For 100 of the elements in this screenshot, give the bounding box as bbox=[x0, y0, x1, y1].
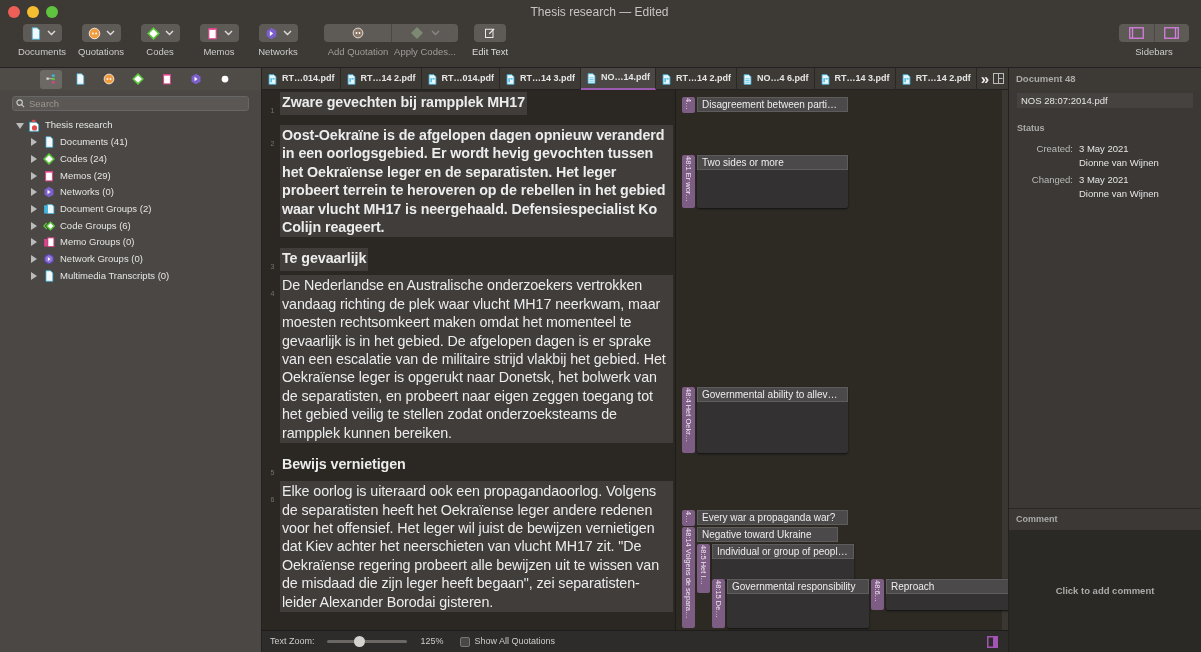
toolbar-label: Networks bbox=[258, 45, 298, 59]
zoom-slider-thumb[interactable] bbox=[353, 636, 365, 647]
toolbar-label: Codes bbox=[146, 45, 174, 59]
section-heading: Status bbox=[1017, 122, 1046, 135]
document-tab[interactable]: RT…014.pdf bbox=[262, 68, 341, 90]
code-card[interactable]: Two sides or more bbox=[697, 155, 848, 208]
chevron-icon bbox=[223, 30, 233, 36]
edit-icon bbox=[484, 27, 497, 39]
tree-item[interactable]: Thesis research bbox=[45, 118, 113, 133]
paragraph: Elke oorlog is uiteraard ook een propagandaoorlog. Volgens de separatisten heeft het Oekraïense leger andere redenen voor het offensief. Het leger wil juist de bewijzen vernietigen dat Kiev achter het neerschieten van vlucht MH17 zit. "De Oekraïense regering probeert alle bewijzen uit te wissen van de misdaad die zijn leger heeft begaan", zei separatisten-leider Alexander Borodai gisteren. bbox=[280, 481, 673, 612]
quote-bubble-icon bbox=[351, 27, 364, 39]
section-heading: Zware gevechten bij rampplek MH17 bbox=[280, 92, 527, 115]
pdf-document-icon bbox=[819, 73, 831, 85]
paragraph: De Nederlandse en Australische onderzoekers vertrokken vandaag richting de plek waar vlucht MH17 neerkwam, maar moesten rechtsomkeert maken omdat het momenteel te gevaarlijk is in het gebied. De afgelopen dagen is er sprake van een escalatie van de militaire strijd vlakbij het gebied. Het Oekraïense leger is opgerukt naar Donetsk, het bolwerk van de separatisten, en probeert naar eigen zeggen toegang tot het gebied veilig te stellen zodat onderzoeksteams de rampplek kunnen bereiken. bbox=[280, 275, 673, 444]
checkbox-label: Show All Quotations bbox=[474, 634, 556, 648]
panel-toggle-icon[interactable] bbox=[987, 635, 998, 648]
code-label[interactable]: Governmental responsibility bbox=[727, 579, 869, 594]
section-heading: Comment bbox=[1016, 512, 1058, 526]
tree-item[interactable]: Networks (0) bbox=[60, 185, 114, 200]
pdf-document-icon bbox=[426, 73, 438, 85]
tree-item[interactable]: Memo Groups (0) bbox=[60, 235, 135, 250]
diamond-icon bbox=[146, 26, 160, 40]
toolbar-button[interactable] bbox=[199, 24, 239, 42]
tree-item[interactable]: Codes (24) bbox=[60, 151, 107, 167]
tree-item[interactable]: Network Groups (0) bbox=[60, 252, 143, 267]
tree-item[interactable]: Documents (41) bbox=[60, 135, 128, 150]
zoom-button[interactable] bbox=[46, 6, 58, 18]
code-label[interactable]: Disagreement between parti… bbox=[697, 97, 848, 112]
code-label[interactable]: Two sides or more bbox=[697, 155, 848, 170]
field-label: Changed: bbox=[1030, 172, 1073, 187]
code-card[interactable]: Individual or group of peopl… bbox=[712, 544, 854, 580]
pdf-document-icon bbox=[267, 73, 278, 85]
split-view-icon[interactable] bbox=[993, 73, 1004, 84]
tree-item[interactable]: Document Groups (2) bbox=[60, 201, 152, 217]
code-card[interactable]: Governmental ability to allev… bbox=[697, 387, 848, 453]
toolbar-button[interactable] bbox=[140, 24, 180, 42]
checkbox[interactable] bbox=[459, 636, 470, 647]
zoom-label: Text Zoom: bbox=[270, 634, 315, 648]
text-document-icon bbox=[586, 72, 598, 84]
chevron-icon bbox=[164, 30, 174, 36]
code-card[interactable]: Reproach bbox=[886, 579, 1008, 610]
search-icon bbox=[16, 99, 25, 108]
filter-button[interactable] bbox=[40, 69, 62, 89]
pdf-document-icon bbox=[900, 73, 912, 85]
section-heading: Bewijs vernietigen bbox=[281, 455, 407, 475]
document-icon bbox=[43, 136, 55, 149]
comment-area[interactable]: Click to add comment bbox=[1009, 530, 1201, 652]
notepad-icon bbox=[43, 169, 55, 182]
sidebars-toggle[interactable] bbox=[1119, 24, 1189, 42]
toolbar-label: Memos bbox=[203, 45, 235, 59]
quote-bubble-icon bbox=[103, 73, 115, 85]
inspector-title: Document 48 bbox=[1016, 71, 1076, 86]
minimize-button[interactable] bbox=[27, 6, 39, 18]
toolbar-button[interactable] bbox=[258, 24, 298, 42]
tree-item[interactable]: Memos (29) bbox=[60, 168, 111, 183]
field-label: Created: bbox=[1035, 141, 1073, 156]
network-group-icon bbox=[43, 253, 55, 266]
network-icon bbox=[43, 186, 55, 199]
pdf-document-icon bbox=[661, 73, 673, 85]
more-tabs-button[interactable]: » bbox=[976, 68, 993, 89]
chevron-icon bbox=[282, 30, 292, 36]
notepad-icon bbox=[161, 73, 173, 85]
document-tab[interactable]: RT…014.pdf bbox=[421, 68, 501, 90]
right-sidebar-icon[interactable] bbox=[1164, 27, 1180, 39]
field-value: Dionne van Wijnen bbox=[1079, 186, 1160, 201]
chevron-icon bbox=[46, 30, 56, 36]
paragraph: Oost-Oekraïne is de afgelopen dagen opnieuw veranderd in een oorlogsgebied. Er wordt hevig gevochten tussen het Oekraïense leger en de separatisten. Het leger probeert terrein te heroveren op de rebellen in het gebied waar vlucht MH17 is neergehaald. Defensiespecialist Ko Colijn reageert. bbox=[280, 125, 673, 238]
left-sidebar-icon[interactable] bbox=[1128, 27, 1144, 39]
code-label[interactable]: Individual or group of peopl… bbox=[712, 544, 854, 559]
section-heading: Te gevaarlijk bbox=[280, 248, 369, 272]
code-label[interactable]: Governmental ability to allev… bbox=[697, 387, 848, 402]
toolbar-button[interactable] bbox=[81, 24, 121, 42]
toolbar-label: Documents bbox=[17, 45, 67, 59]
toolbar-button[interactable] bbox=[474, 24, 507, 42]
document-tab[interactable]: RT…14 2.pdf bbox=[340, 68, 422, 90]
pdf-document-icon bbox=[345, 73, 357, 85]
code-label[interactable]: Reproach bbox=[886, 579, 1008, 594]
document-icon bbox=[43, 269, 55, 282]
code-label[interactable]: Every war a propaganda war? bbox=[697, 510, 848, 525]
search-field[interactable]: Search bbox=[12, 96, 249, 111]
document-tab[interactable]: NO…14.pdf bbox=[581, 68, 657, 90]
dot-icon bbox=[219, 73, 231, 85]
diamond-icon bbox=[43, 153, 55, 166]
close-button[interactable] bbox=[8, 6, 20, 18]
window-title: Thesis research — Edited bbox=[530, 4, 669, 21]
document-icon bbox=[74, 73, 86, 85]
disclosure-open-icon[interactable] bbox=[16, 121, 24, 130]
project-icon bbox=[28, 119, 41, 132]
network-icon bbox=[190, 73, 202, 85]
all-items-icon bbox=[45, 73, 57, 85]
field-value: 3 May 2021 bbox=[1079, 172, 1130, 187]
diamond-icon bbox=[410, 27, 423, 39]
tree-item[interactable]: Code Groups (6) bbox=[60, 218, 131, 233]
tree-item[interactable]: Multimedia Transcripts (0) bbox=[60, 268, 170, 283]
name-field[interactable]: NOS 28:07:2014.pdf bbox=[1017, 93, 1193, 108]
code-label[interactable]: Negative toward Ukraine bbox=[697, 527, 838, 542]
chevron-icon bbox=[430, 30, 440, 36]
toolbar-button[interactable] bbox=[22, 24, 62, 42]
code-card[interactable]: Governmental responsibility bbox=[727, 579, 869, 628]
network-icon bbox=[264, 26, 278, 40]
